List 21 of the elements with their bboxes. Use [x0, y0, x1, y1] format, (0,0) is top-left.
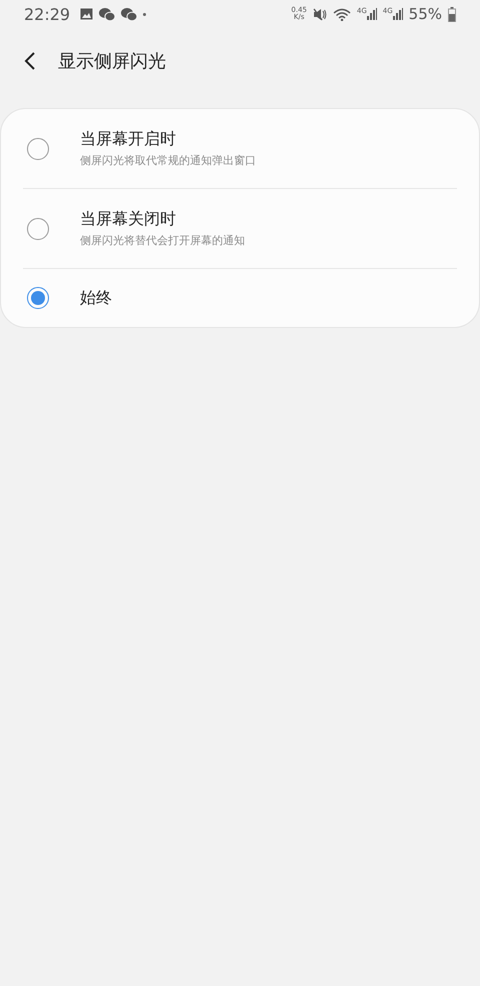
battery-icon: [448, 6, 456, 22]
mute-icon: [312, 8, 327, 20]
battery-percent: 55%: [408, 5, 442, 23]
signal-icon: [392, 8, 403, 20]
status-time: 22:29: [24, 4, 70, 24]
option-title[interactable]: 当屏幕关闭时: [80, 209, 245, 230]
option-description: 侧屏闪光将取代常规的通知弹出窗口: [80, 153, 256, 168]
image-icon: [80, 8, 94, 20]
chat-bubbles-icon: [99, 8, 116, 20]
radio-button[interactable]: [27, 218, 49, 240]
radio-button[interactable]: [27, 138, 49, 160]
page-title: 显示侧屏闪光: [58, 50, 166, 73]
chat-bubbles-icon: [121, 8, 138, 20]
back-icon: [24, 51, 36, 71]
wifi-icon: [332, 8, 351, 20]
signal-icon: [366, 8, 377, 20]
option-title[interactable]: 始终: [80, 288, 112, 308]
dot-icon: [143, 12, 146, 16]
option-description: 侧屏闪光将替代会打开屏幕的通知: [80, 233, 245, 248]
radio-button[interactable]: [27, 287, 49, 309]
option-title[interactable]: 当屏幕开启时: [80, 129, 256, 150]
